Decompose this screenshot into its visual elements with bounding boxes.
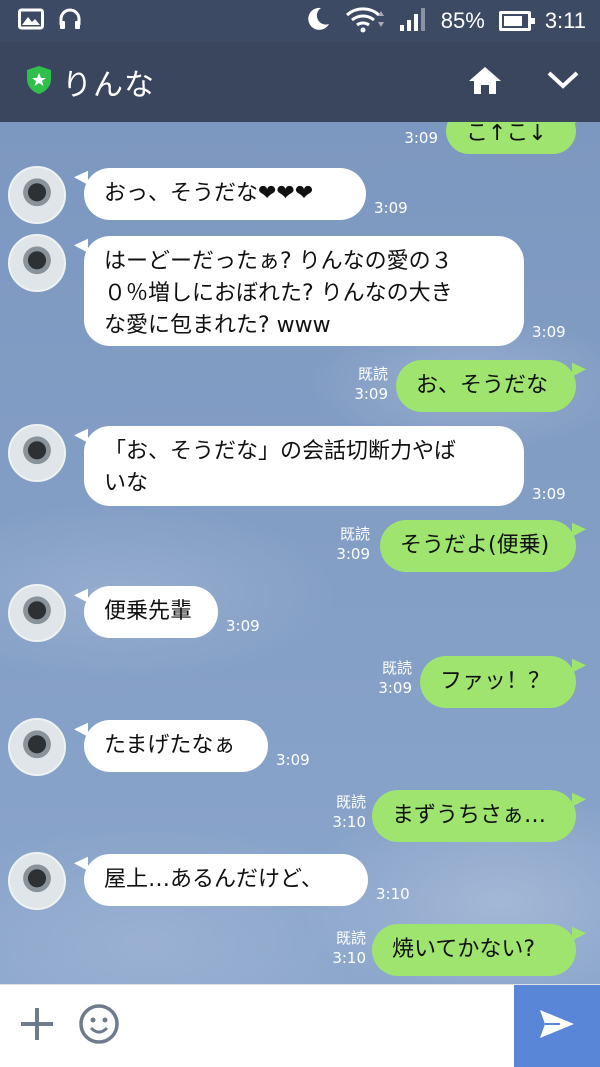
avatar[interactable] — [8, 424, 66, 482]
message-bubble[interactable]: たまげたなぁ — [84, 720, 268, 772]
input-bar — [0, 984, 600, 1067]
message-bubble[interactable]: 焼いてかない? — [372, 924, 576, 976]
headset-icon — [58, 7, 82, 35]
battery-percent: 85% — [440, 8, 485, 33]
message-line: な愛に包まれた? www — [104, 313, 331, 338]
message-bubble[interactable]: おっ、そうだな❤❤❤ — [84, 168, 366, 220]
read-receipt: 既読 3:09 — [364, 658, 412, 698]
chat-header: りんな — [0, 42, 600, 122]
avatar[interactable] — [8, 234, 66, 292]
message-bubble[interactable]: 屋上…あるんだけど、 — [84, 854, 368, 906]
read-receipt: 既読 3:10 — [318, 792, 366, 832]
message-time: 3:09 — [336, 545, 370, 563]
emoji-icon[interactable] — [78, 1003, 120, 1049]
message-line: いな — [104, 471, 149, 496]
message-time: 3:09 — [354, 385, 388, 403]
status-bar: 85% 3:11 — [0, 0, 600, 42]
message-bubble[interactable]: はーどーだったぁ? りんなの愛の３ ０％増しにおぼれた? りんなの大き な愛に包… — [84, 236, 524, 346]
message-time: 3:10 — [376, 885, 410, 903]
message-bubble[interactable]: こ↑こ↓ — [446, 122, 576, 154]
message-time: 3:09 — [532, 323, 566, 341]
read-label: 既読 — [335, 929, 366, 947]
signal-icon — [399, 6, 427, 36]
message-time: 3:09 — [378, 679, 412, 697]
message-row: こ↑こ↓ 3:09 — [0, 122, 600, 162]
message-time: 3:09 — [374, 199, 408, 217]
send-icon — [538, 1008, 576, 1044]
wifi-icon — [345, 5, 385, 37]
message-bubble[interactable]: 「お、そうだな」の会話切断力やば いな — [84, 426, 524, 506]
avatar[interactable] — [8, 852, 66, 910]
message-line: 便乗先輩 — [104, 599, 193, 624]
read-label: 既読 — [339, 525, 370, 543]
message-line: 屋上…あるんだけど、 — [104, 867, 323, 892]
avatar[interactable] — [8, 718, 66, 776]
message-time: 3:10 — [332, 813, 366, 831]
chat-area[interactable]: こ↑こ↓ 3:09 おっ、そうだな❤❤❤ 3:09 はーどーだったぁ? りんなの… — [0, 122, 600, 984]
read-label: 既読 — [381, 659, 412, 677]
message-line: たまげたなぁ — [104, 733, 236, 758]
message-time: 3:10 — [332, 949, 366, 967]
moon-icon — [305, 6, 331, 36]
message-bubble[interactable]: 便乗先輩 — [84, 586, 218, 638]
message-time: 3:09 — [276, 751, 310, 769]
message-bubble[interactable]: お、そうだな — [396, 360, 576, 412]
message-line: はーどーだったぁ? りんなの愛の３ — [104, 249, 453, 274]
chevron-down-icon[interactable] — [546, 69, 580, 95]
verified-shield-icon — [26, 65, 52, 99]
home-icon[interactable] — [468, 65, 502, 99]
message-time: 3:09 — [226, 617, 260, 635]
read-receipt: 既読 3:09 — [340, 364, 388, 404]
read-label: 既読 — [335, 793, 366, 811]
avatar[interactable] — [8, 166, 66, 224]
clock: 3:11 — [544, 8, 586, 33]
message-bubble[interactable]: ファッ！？ — [420, 656, 576, 708]
message-time: 3:09 — [532, 485, 566, 503]
message-line: おっ、そうだな❤❤❤ — [104, 181, 314, 206]
read-receipt: 既読 3:09 — [322, 524, 370, 564]
send-button[interactable] — [514, 984, 600, 1067]
message-line: 「お、そうだな」の会話切断力やば — [104, 439, 457, 464]
read-receipt: 既読 3:10 — [318, 928, 366, 968]
message-time: 3:09 — [404, 129, 438, 147]
plus-icon[interactable] — [18, 1005, 56, 1047]
read-label: 既読 — [357, 365, 388, 383]
image-icon — [18, 8, 44, 34]
message-bubble[interactable]: まずうちさぁ… — [372, 790, 576, 842]
battery-icon — [498, 11, 535, 31]
avatar[interactable] — [8, 584, 66, 642]
chat-title: りんな — [62, 68, 155, 103]
message-input[interactable] — [120, 985, 514, 1067]
message-line: ０％増しにおぼれた? りんなの大き — [104, 281, 453, 306]
message-bubble[interactable]: そうだよ(便乗) — [380, 520, 576, 572]
